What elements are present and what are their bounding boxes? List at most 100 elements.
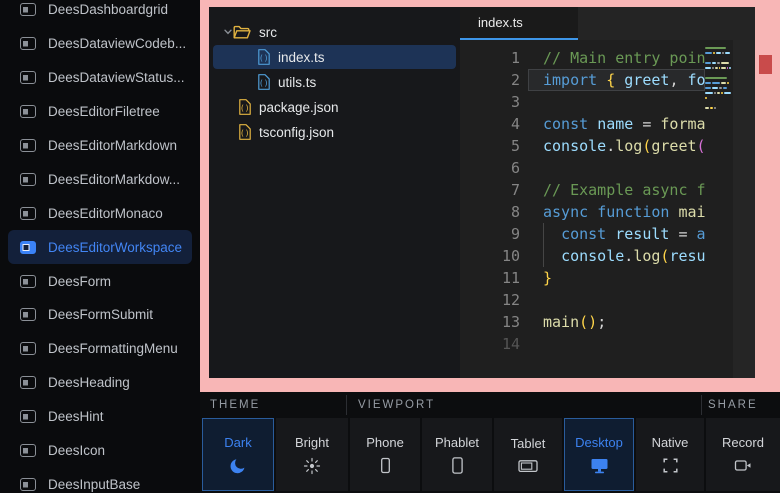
dark-button[interactable]: Dark	[202, 418, 274, 491]
phablet-icon	[449, 457, 466, 474]
editor-tab-label: index.ts	[478, 15, 523, 30]
component-icon	[20, 376, 36, 389]
sidebar-item-label: DeesEditorMonaco	[48, 206, 163, 221]
line-number: 6	[460, 157, 528, 179]
component-icon	[20, 275, 36, 288]
editor-scrollbar[interactable]	[733, 40, 755, 378]
sidebar-item-label: DeesEditorMarkdow...	[48, 172, 180, 187]
scrollbar-thumb[interactable]	[759, 55, 772, 74]
sidebar-item-label: DeesFormattingMenu	[48, 341, 178, 356]
line-number: 1	[460, 47, 528, 69]
json-file-icon: ()	[238, 99, 251, 115]
phablet-button[interactable]: Phablet	[422, 418, 492, 491]
code-line: 9 const result = awa	[460, 223, 705, 245]
workspace-demo: src()index.ts()utils.ts()package.json()t…	[209, 7, 755, 378]
sidebar-item[interactable]: DeesInputBase	[8, 467, 192, 493]
line-number: 4	[460, 113, 528, 135]
section-divider	[701, 395, 702, 415]
sidebar-item[interactable]: DeesHint	[8, 400, 192, 434]
toolbar-section-title: SHARE	[708, 399, 758, 411]
tree-row-label: index.ts	[278, 50, 325, 65]
code-line-text: // Example async fun	[528, 179, 705, 201]
code-line-text: }	[528, 267, 705, 289]
sidebar-item[interactable]: DeesDashboardgrid	[8, 0, 192, 27]
sidebar-item-label: DeesEditorWorkspace	[48, 240, 182, 255]
tablet-icon	[518, 458, 538, 474]
code-line: 13main();	[460, 311, 705, 333]
component-sidebar: DeesDashboardgrid DeesDataviewCodeb... Dee…	[0, 0, 200, 493]
bright-button[interactable]: Bright	[276, 418, 348, 491]
sidebar-item-label: DeesIcon	[48, 443, 105, 458]
minimap[interactable]	[705, 45, 731, 115]
svg-text:(): ()	[259, 54, 269, 63]
tablet-button[interactable]: Tablet	[494, 418, 562, 491]
phone-button[interactable]: Phone	[350, 418, 420, 491]
sidebar-item[interactable]: DeesEditorMonaco	[8, 196, 192, 230]
toolbar-button-label: Phone	[366, 435, 404, 450]
sidebar-item[interactable]: DeesFormSubmit	[8, 298, 192, 332]
code-line: 4const name = formatN	[460, 113, 705, 135]
line-number: 9	[460, 223, 528, 245]
sidebar-item[interactable]: DeesEditorFiletree	[8, 95, 192, 129]
folder-open-icon	[233, 25, 251, 40]
component-icon	[20, 139, 36, 152]
component-icon	[20, 410, 36, 423]
component-icon	[20, 173, 36, 186]
record-button[interactable]: Record	[706, 418, 780, 491]
sidebar-item-label: DeesHeading	[48, 375, 130, 390]
tree-row[interactable]: () index.ts	[213, 45, 456, 69]
toolbar-button-label: Phablet	[435, 435, 479, 450]
line-number: 13	[460, 311, 528, 333]
ts-file-icon: ()	[257, 49, 270, 65]
line-number: 11	[460, 267, 528, 289]
code-line-text: console.log(result	[528, 245, 705, 267]
json-file-icon: ()	[238, 124, 251, 140]
bottom-toolbar: THEMEVIEWPORTSHARE DarkBrightPhonePhable…	[200, 392, 780, 493]
sidebar-item[interactable]: DeesDataviewCodeb...	[8, 27, 192, 61]
tree-row-label: package.json	[259, 100, 339, 115]
line-number: 10	[460, 245, 528, 267]
tree-row[interactable]: ()tsconfig.json	[213, 120, 456, 144]
tree-row[interactable]: ()utils.ts	[213, 70, 456, 94]
line-number: 5	[460, 135, 528, 157]
toolbar-button-label: Native	[652, 435, 689, 450]
component-icon	[20, 241, 36, 254]
sidebar-item[interactable]: DeesEditorWorkspace	[8, 230, 192, 264]
toolbar-section-title: THEME	[210, 399, 260, 411]
component-icon	[20, 478, 36, 491]
tree-row-label: src	[259, 25, 277, 40]
tree-row-label: utils.ts	[278, 75, 316, 90]
sidebar-item[interactable]: DeesFormattingMenu	[8, 332, 192, 366]
sidebar-item[interactable]: DeesEditorMarkdown	[8, 129, 192, 163]
line-number: 12	[460, 289, 528, 311]
desktop-button[interactable]: Desktop	[564, 418, 634, 491]
sidebar-item[interactable]: DeesDataviewStatus...	[8, 61, 192, 95]
tree-row[interactable]: src	[213, 20, 456, 44]
toolbar-button-label: Record	[722, 435, 764, 450]
sidebar-item[interactable]: DeesEditorMarkdow...	[8, 162, 192, 196]
sidebar-item[interactable]: DeesIcon	[8, 434, 192, 468]
editor-tab-active[interactable]: index.ts	[460, 7, 578, 40]
component-icon	[20, 71, 36, 84]
code-line: 14	[460, 333, 705, 355]
desktop-icon	[590, 457, 609, 474]
toolbar-button-label: Tablet	[511, 436, 546, 451]
phone-icon	[377, 457, 394, 474]
sidebar-item-label: DeesDataviewCodeb...	[48, 36, 186, 51]
code-line: 6	[460, 157, 705, 179]
chevron-down-icon[interactable]	[223, 27, 233, 37]
sidebar-item[interactable]: DeesForm	[8, 264, 192, 298]
sidebar-item-label: DeesEditorMarkdown	[48, 138, 177, 153]
native-icon	[662, 457, 679, 474]
line-number: 7	[460, 179, 528, 201]
tree-row[interactable]: () package.json	[213, 95, 456, 119]
component-icon	[20, 342, 36, 355]
code-line: 5console.log(greet(na	[460, 135, 705, 157]
line-number: 8	[460, 201, 528, 223]
sidebar-item[interactable]: DeesHeading	[8, 366, 192, 400]
demo-frame: src()index.ts()utils.ts()package.json()t…	[200, 0, 780, 392]
sidebar-item-label: DeesDashboardgrid	[48, 2, 168, 17]
sidebar-item-label: DeesFormSubmit	[48, 307, 153, 322]
code-line-text	[528, 157, 705, 179]
native-button[interactable]: Native	[636, 418, 704, 491]
